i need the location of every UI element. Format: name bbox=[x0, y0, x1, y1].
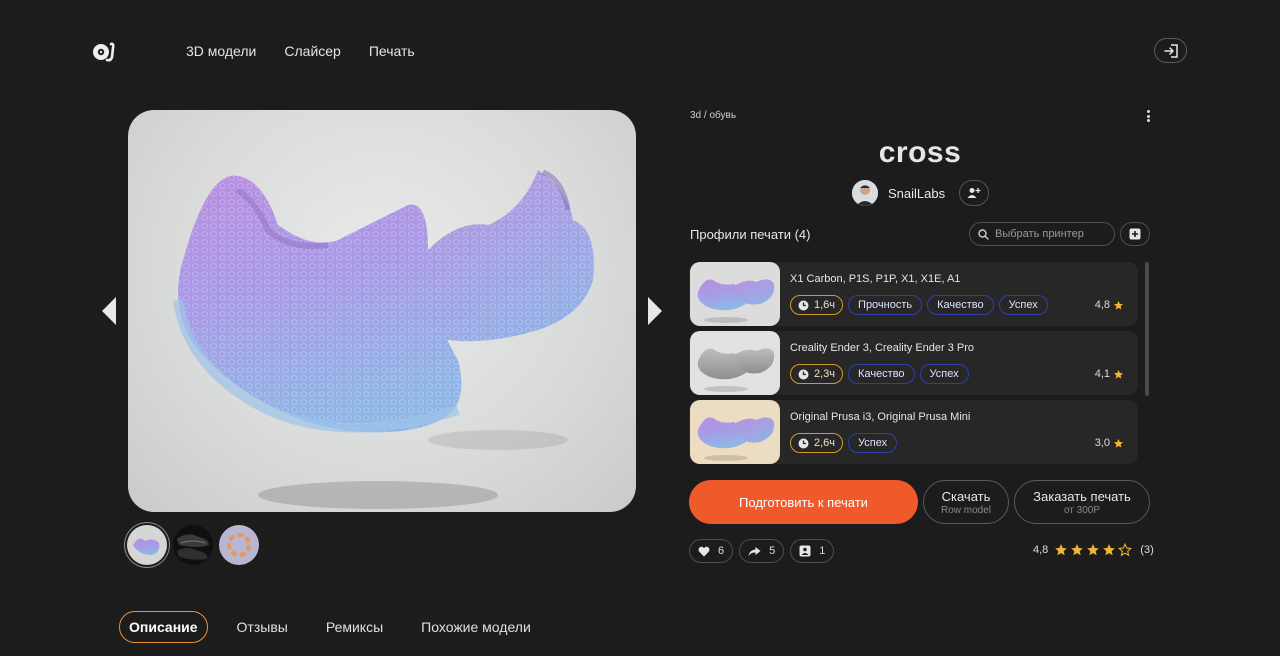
print-time-chip: 1,6ч bbox=[790, 295, 844, 315]
print-time-chip: 2,6ч bbox=[790, 433, 844, 453]
more-menu-button[interactable] bbox=[1143, 108, 1153, 124]
heart-icon bbox=[698, 546, 710, 556]
profile-card-3[interactable]: Original Prusa i3, Original Prusa Mini 2… bbox=[689, 400, 1138, 464]
profile-tags: 2,6ч Успех bbox=[790, 433, 898, 453]
model-title: cross bbox=[878, 136, 962, 169]
kebab-menu-icon bbox=[1146, 110, 1150, 113]
tag-chip: Качество bbox=[927, 295, 994, 315]
share-icon bbox=[748, 546, 761, 556]
image-icon bbox=[799, 545, 811, 557]
profiles-scrollbar[interactable] bbox=[1145, 262, 1149, 396]
logo[interactable] bbox=[92, 40, 118, 62]
plus-square-icon bbox=[1129, 228, 1141, 240]
profile-printers: X1 Carbon, P1S, P1P, X1, X1E, A1 bbox=[790, 273, 961, 285]
breadcrumb[interactable]: 3d / обувь bbox=[690, 110, 736, 121]
star-icon bbox=[1103, 544, 1116, 556]
tab-similar-models[interactable]: Похожие модели bbox=[412, 612, 540, 642]
author-name[interactable]: SnailLabs bbox=[888, 186, 945, 201]
star-icon bbox=[1113, 300, 1124, 310]
search-icon bbox=[978, 228, 989, 240]
tag-chip: Качество bbox=[848, 364, 915, 384]
add-profile-button[interactable] bbox=[1120, 222, 1150, 246]
download-button[interactable]: Скачать Row model bbox=[923, 480, 1009, 524]
prev-image-button[interactable] bbox=[100, 296, 118, 326]
download-sublabel: Row model bbox=[940, 504, 992, 516]
model-stats: 6 5 1 bbox=[689, 539, 835, 563]
printer-search-input[interactable] bbox=[995, 228, 1105, 240]
tag-chip: Успех bbox=[919, 364, 969, 384]
profile-thumbnail bbox=[690, 262, 780, 326]
profile-tags: 1,6ч Прочность Качество Успех bbox=[790, 295, 1048, 315]
star-icon bbox=[1113, 369, 1124, 379]
clock-icon bbox=[798, 438, 809, 448]
profile-rating: 4,8 bbox=[1095, 299, 1124, 311]
share-button[interactable]: 5 bbox=[739, 539, 785, 563]
star-icon bbox=[1113, 438, 1124, 448]
profile-rating: 4,1 bbox=[1095, 368, 1124, 380]
star-icon bbox=[1071, 544, 1084, 556]
rating-value: 4,8 bbox=[1033, 544, 1049, 556]
profile-tags: 2,3ч Качество Успех bbox=[790, 364, 969, 384]
thumbnail-strip bbox=[127, 525, 259, 565]
avatar[interactable] bbox=[852, 180, 878, 206]
thumbnail-2[interactable] bbox=[173, 525, 213, 565]
login-icon bbox=[1163, 43, 1178, 58]
tag-chip: Прочность bbox=[848, 295, 923, 315]
profile-thumbnail bbox=[690, 331, 780, 395]
avatar-image bbox=[852, 180, 878, 206]
like-button[interactable]: 6 bbox=[689, 539, 734, 563]
tab-remixes[interactable]: Ремиксы bbox=[317, 612, 392, 642]
order-print-button[interactable]: Заказать печать от 300Р bbox=[1014, 480, 1150, 524]
profile-thumbnail bbox=[690, 400, 780, 464]
follow-button[interactable] bbox=[959, 180, 990, 206]
tab-description[interactable]: Описание bbox=[119, 611, 208, 643]
star-icon bbox=[1087, 544, 1100, 556]
tag-chip: Успех bbox=[848, 433, 898, 453]
nav-slicer[interactable]: Слайсер bbox=[284, 43, 340, 59]
clock-icon bbox=[798, 300, 809, 310]
rating-stars bbox=[1054, 543, 1133, 557]
arrow-right-icon bbox=[648, 297, 662, 325]
order-sublabel: от 300Р bbox=[1063, 504, 1101, 516]
add-user-icon bbox=[967, 188, 981, 198]
profile-card-2[interactable]: Creality Ender 3, Creality Ender 3 Pro 2… bbox=[689, 331, 1138, 395]
overall-rating[interactable]: 4,8 (3) bbox=[1033, 543, 1154, 557]
prepare-print-button[interactable]: Подготовить к печати bbox=[689, 480, 918, 524]
model-render-image bbox=[173, 169, 594, 509]
print-time-chip: 2,3ч bbox=[790, 364, 844, 384]
printer-search[interactable] bbox=[969, 222, 1115, 246]
thumbnail-1[interactable] bbox=[127, 525, 167, 565]
model-preview[interactable] bbox=[128, 110, 636, 512]
profile-rating: 3,0 bbox=[1095, 437, 1124, 449]
profile-card-1[interactable]: X1 Carbon, P1S, P1P, X1, X1E, A1 1,6ч Пр… bbox=[689, 262, 1138, 326]
star-outline-icon bbox=[1118, 543, 1133, 557]
makes-button[interactable]: 1 bbox=[790, 539, 835, 563]
snail-logo-icon bbox=[93, 42, 115, 62]
print-profiles-title: Профили печати (4) bbox=[690, 227, 811, 242]
next-image-button[interactable] bbox=[646, 296, 664, 326]
thumbnail-3[interactable] bbox=[219, 525, 259, 565]
profile-printers: Original Prusa i3, Original Prusa Mini bbox=[790, 411, 971, 423]
profile-printers: Creality Ender 3, Creality Ender 3 Pro bbox=[790, 342, 975, 354]
arrow-left-icon bbox=[102, 297, 116, 325]
author-row: SnailLabs bbox=[852, 180, 990, 206]
rating-count: (3) bbox=[1140, 544, 1154, 556]
download-label: Скачать bbox=[941, 488, 991, 504]
nav-3d-models[interactable]: 3D модели bbox=[186, 43, 256, 59]
login-button[interactable] bbox=[1154, 38, 1187, 63]
order-label: Заказать печать bbox=[1033, 488, 1131, 504]
tag-chip: Успех bbox=[998, 295, 1048, 315]
model-tabs: Описание Отзывы Ремиксы Похожие модели bbox=[119, 611, 560, 643]
star-icon bbox=[1055, 544, 1068, 556]
tab-reviews[interactable]: Отзывы bbox=[228, 612, 297, 642]
nav-print[interactable]: Печать bbox=[369, 43, 415, 59]
main-nav: 3D модели Слайсер Печать bbox=[186, 43, 415, 59]
clock-icon bbox=[798, 369, 809, 379]
